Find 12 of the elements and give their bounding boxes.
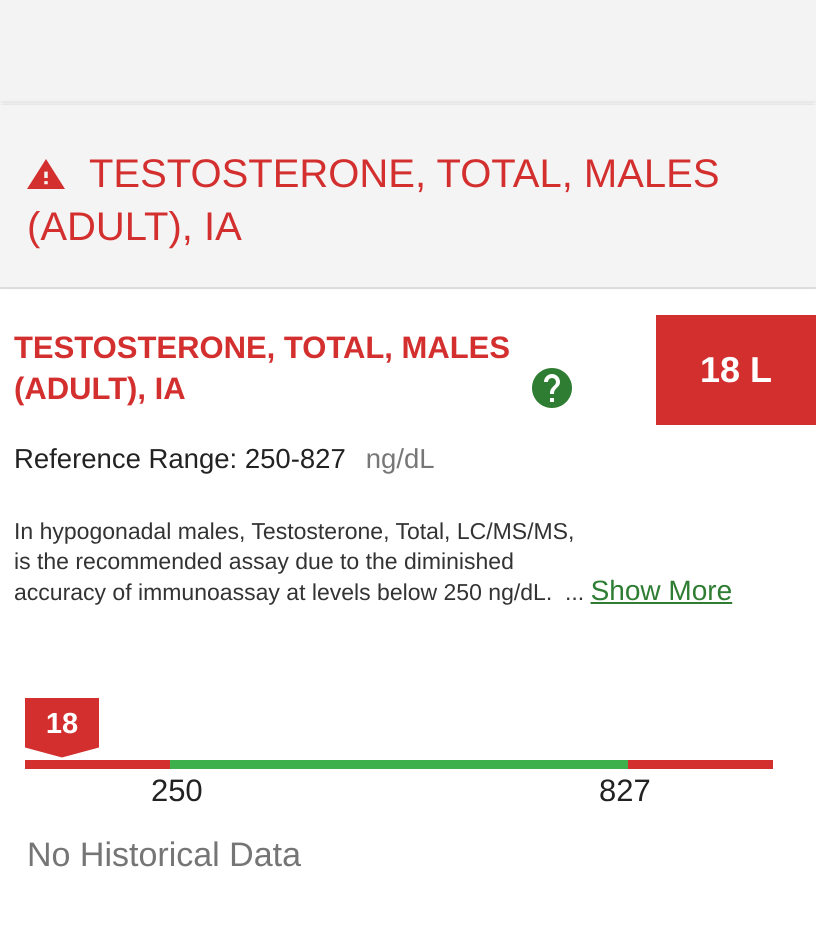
tick-label: 250	[150, 772, 204, 808]
tick-label: 827	[598, 772, 652, 808]
help-icon[interactable]	[532, 368, 572, 408]
value-marker: 18	[25, 698, 99, 758]
test-name: TESTOSTERONE, TOTAL, MALES (ADULT), IA	[14, 329, 512, 408]
header-title: TESTOSTERONE, TOTAL, MALES (ADULT), IA	[27, 152, 720, 249]
show-more-link[interactable]: Show More	[590, 575, 732, 606]
result-value: 18 L	[656, 315, 816, 425]
history-message: No Historical Data	[27, 834, 302, 874]
note-text: In hypogonadal males, Testosterone, Total, LC/MS/MS, is the recommended assay due to the diminished accuracy of immunoassay at levels below 250 ng/dL. ... Show More	[14, 517, 734, 608]
reference-range: Reference Range: 250-827	[14, 442, 346, 476]
unit-label: ng/dL	[366, 442, 435, 476]
